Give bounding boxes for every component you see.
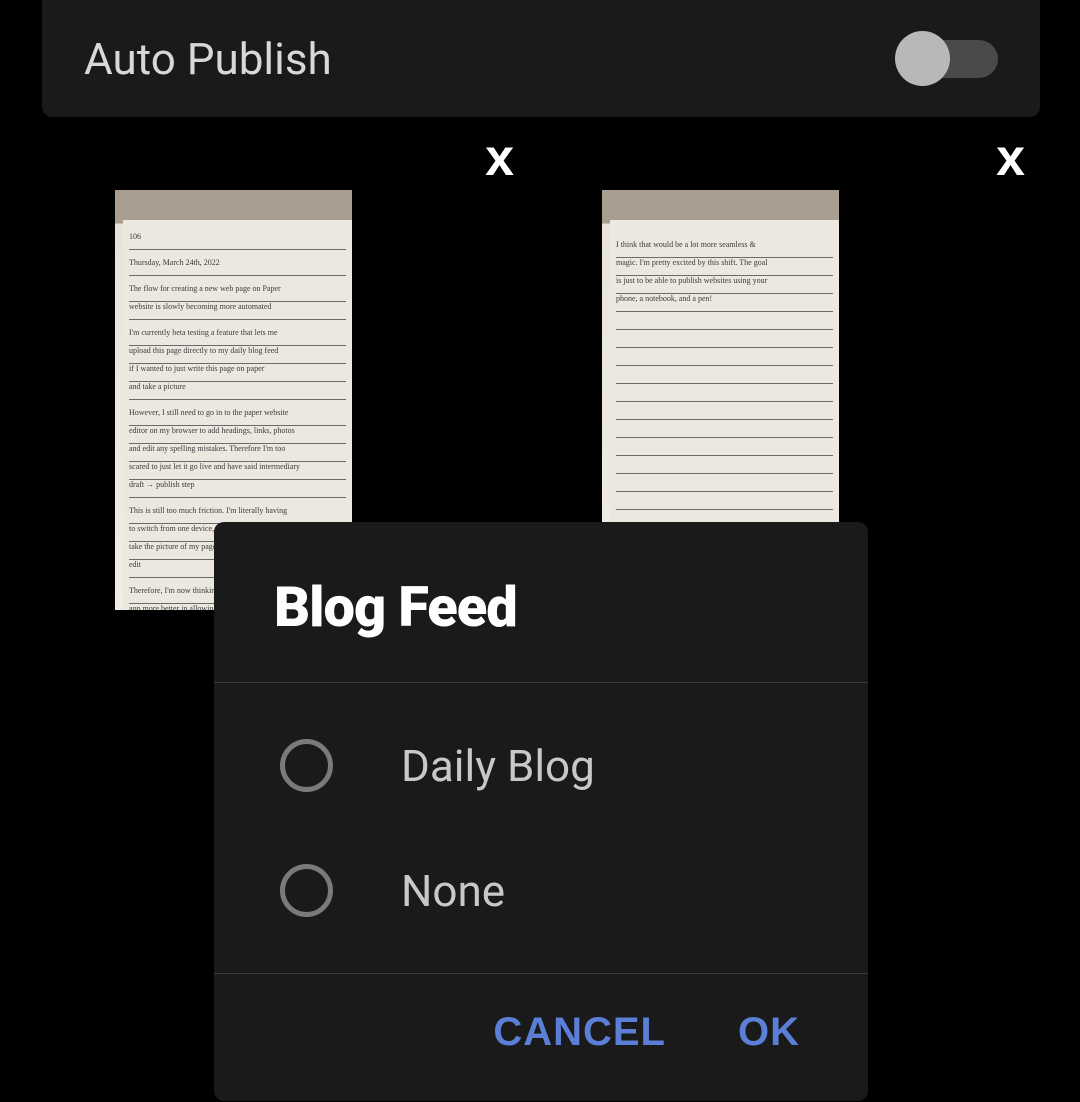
- close-icon[interactable]: x: [996, 128, 1025, 188]
- toggle-knob: [895, 31, 950, 86]
- dialog-header: Blog Feed: [214, 522, 868, 682]
- option-label: Daily Blog: [401, 740, 595, 792]
- close-icon[interactable]: x: [485, 128, 514, 188]
- option-label: None: [401, 865, 505, 917]
- auto-publish-label: Auto Publish: [84, 33, 332, 85]
- radio-icon: [280, 864, 333, 917]
- ok-button[interactable]: OK: [738, 1010, 800, 1055]
- auto-publish-row: Auto Publish: [42, 0, 1040, 117]
- option-none[interactable]: None: [214, 828, 868, 953]
- dialog-options: Daily Blog None: [214, 683, 868, 973]
- radio-icon: [280, 739, 333, 792]
- blog-feed-dialog: Blog Feed Daily Blog None CANCEL OK: [214, 522, 868, 1101]
- auto-publish-toggle[interactable]: [903, 40, 998, 78]
- dialog-title: Blog Feed: [274, 574, 808, 640]
- dialog-actions: CANCEL OK: [214, 974, 868, 1101]
- cancel-button[interactable]: CANCEL: [493, 1010, 666, 1055]
- option-daily-blog[interactable]: Daily Blog: [214, 703, 868, 828]
